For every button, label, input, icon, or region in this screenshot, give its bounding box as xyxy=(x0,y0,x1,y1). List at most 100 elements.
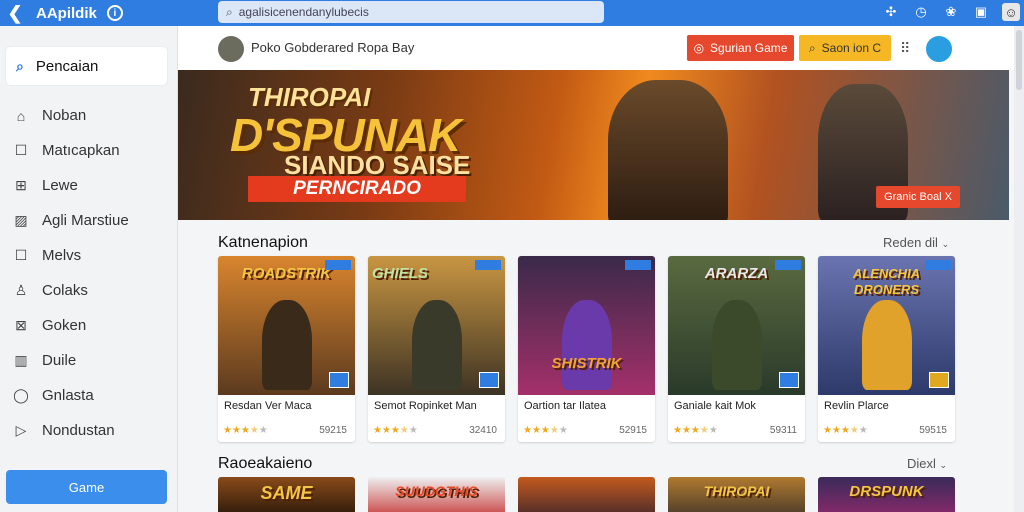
badge xyxy=(775,260,801,270)
game-card[interactable]: GHIELS Semot Ropinket Man ★★★★★ 32410 xyxy=(368,256,505,442)
sidebar-search[interactable]: ⌕ Pencaian xyxy=(6,47,167,85)
game-art-title: SHISTRIK xyxy=(551,355,622,372)
video-icon[interactable]: ▣ xyxy=(972,3,990,21)
search-input[interactable] xyxy=(238,5,579,19)
sidebar-item-label: Matıcapkan xyxy=(42,142,120,159)
user-icon[interactable]: ☺ xyxy=(1002,3,1020,21)
rating-stars: ★★★★★ xyxy=(373,425,418,436)
apps-grid-icon[interactable]: ⠿ xyxy=(900,40,910,57)
game-button[interactable]: Game xyxy=(6,470,167,504)
game-name: Semot Ropinket Man xyxy=(374,400,477,412)
chevron-left-icon[interactable]: ❮ xyxy=(4,0,26,26)
game-art-title: DRSPUNK xyxy=(849,483,924,500)
game-art-title: SUUDGTHIS xyxy=(395,483,478,499)
sidebar: ⌕ Pencaian ⌂ Noban ☐ Matıcapkan ⊞ Lewe ▨ Agl… xyxy=(0,26,178,512)
hero-figure xyxy=(608,80,728,220)
game-name: Oartion tar Ilatea xyxy=(524,400,606,412)
home-icon: ⌂ xyxy=(16,107,26,124)
rating-stars: ★★★★★ xyxy=(223,425,268,436)
paw-icon[interactable]: ❀ xyxy=(942,3,960,21)
game-art-title: SAME xyxy=(260,483,313,503)
circle-icon: ◯ xyxy=(13,387,29,403)
section-see-more-link[interactable]: Reden dil ⌄ xyxy=(883,235,949,250)
search-bar[interactable]: ⌕ xyxy=(218,1,604,23)
sidebar-item-duile[interactable]: ▥ Duile xyxy=(0,343,178,378)
sidebar-item-label: Agli Marstiue xyxy=(42,212,129,229)
game-figure xyxy=(262,300,312,390)
game-figure xyxy=(862,300,912,390)
top-bar: ❮ AApildik i ⌕ ✣ ◷ ❀ ▣ ☺ xyxy=(0,0,1024,26)
yellow-action-button[interactable]: ⌕ Saon ion C xyxy=(799,35,891,61)
puzzle-icon[interactable]: ✣ xyxy=(882,3,900,21)
sidebar-item-label: Noban xyxy=(42,107,87,124)
sidebar-item-gnlasta[interactable]: ◯ Gnlasta xyxy=(0,378,178,413)
rating-count: 59311 xyxy=(769,425,797,436)
rating-count: 32410 xyxy=(469,425,497,436)
sidebar-item-label: Goken xyxy=(42,317,87,334)
game-card[interactable]: SHISTRIK Oartion tar Ilatea ★★★★★ 52915 xyxy=(518,256,655,442)
badge xyxy=(475,260,501,270)
search-icon: ⌕ xyxy=(226,4,233,19)
search-icon: ⌕ xyxy=(808,40,816,55)
chevron-down-icon: ⌄ xyxy=(939,460,948,470)
game-name: Resdan Ver Maca xyxy=(224,400,312,412)
game-art-title: THIROPAI xyxy=(703,483,770,499)
scrollbar-thumb[interactable] xyxy=(1016,30,1022,90)
platform-icon xyxy=(329,372,349,388)
section-see-more-link[interactable]: Diexl ⌄ xyxy=(907,456,947,471)
game-card[interactable]: SUUDGTHIS xyxy=(368,477,505,512)
sidebar-item-colaks[interactable]: ♙ Colaks xyxy=(0,273,178,308)
game-card-list: SAME SUUDGTHIS THIROPAI DRSPUNK xyxy=(218,477,955,512)
sidebar-item-goken[interactable]: ⊠ Goken xyxy=(0,308,178,343)
game-card[interactable]: DRSPUNK xyxy=(818,477,955,512)
banner-cta-button[interactable]: Granic Boal X xyxy=(876,186,960,208)
main-header: Poko Gobderared Ropa Bay ◎ Sgurian Game ⌕… xyxy=(178,26,1014,70)
sidebar-item-label: Duile xyxy=(42,352,77,369)
sidebar-item-noban[interactable]: ⌂ Noban xyxy=(0,98,178,133)
search-icon: ⌕ xyxy=(16,57,24,74)
game-card[interactable]: THIROPAI xyxy=(668,477,805,512)
page-avatar[interactable] xyxy=(218,36,244,62)
sidebar-item-lewe[interactable]: ⊞ Lewe xyxy=(0,168,178,203)
sidebar-item-label: Colaks xyxy=(42,282,88,299)
gamepad-icon: ◎ xyxy=(693,41,705,55)
clock-icon[interactable]: ◷ xyxy=(912,3,930,21)
platform-icon xyxy=(479,372,499,388)
game-card[interactable]: SAME xyxy=(218,477,355,512)
badge xyxy=(625,260,651,270)
rating-stars: ★★★★★ xyxy=(823,425,868,436)
avatar[interactable] xyxy=(924,34,954,64)
red-action-button[interactable]: ◎ Sgurian Game xyxy=(687,35,794,61)
badge xyxy=(925,260,951,270)
game-art-title: ALENCHIA DRONERS xyxy=(852,266,921,297)
game-card[interactable]: ALENCHIA DRONERS Revlin Plarce ★★★★★ 595… xyxy=(818,256,955,442)
info-icon[interactable]: i xyxy=(106,5,123,21)
game-card[interactable]: ROADSTRIK Resdan Ver Maca ★★★★★ 59215 xyxy=(218,256,355,442)
sidebar-item-label: Gnlasta xyxy=(42,387,94,404)
app-title: AApildik xyxy=(36,4,97,22)
badge xyxy=(325,260,351,270)
square-icon: ☐ xyxy=(14,247,28,263)
play-icon: ▷ xyxy=(15,422,27,438)
sidebar-item-agli-marstiue[interactable]: ▨ Agli Marstiue xyxy=(0,203,178,238)
rating-count: 59515 xyxy=(919,425,947,436)
chart-icon: ▥ xyxy=(14,352,28,368)
game-figure xyxy=(562,300,612,390)
section-title: Raoeakaieno xyxy=(218,455,313,472)
sidebar-item-label: Lewe xyxy=(42,177,78,194)
top-icons: ✣ ◷ ❀ ▣ ☺ xyxy=(882,3,1020,21)
section-title: Katnenapion xyxy=(218,234,308,251)
rating-count: 59215 xyxy=(319,425,347,436)
game-card[interactable]: ARARZA Ganiale kait Mok ★★★★★ 59311 xyxy=(668,256,805,442)
sidebar-item-melvs[interactable]: ☐ Melvs xyxy=(0,238,178,273)
hero-banner[interactable]: THIROPAI D'SPUNAK SIANDO SAISE PERNCIRAD… xyxy=(178,70,1009,220)
sidebar-item-nondustan[interactable]: ▷ Nondustan xyxy=(0,413,178,448)
rating-stars: ★★★★★ xyxy=(523,425,568,436)
red-button-label: Sgurian Game xyxy=(710,41,788,55)
game-figure xyxy=(412,300,462,390)
game-card[interactable] xyxy=(518,477,655,512)
sidebar-item-maticapkan[interactable]: ☐ Matıcapkan xyxy=(0,133,178,168)
scrollbar[interactable] xyxy=(1014,26,1024,512)
page-title: Poko Gobderared Ropa Bay xyxy=(251,40,415,55)
rating-count: 52915 xyxy=(619,425,647,436)
